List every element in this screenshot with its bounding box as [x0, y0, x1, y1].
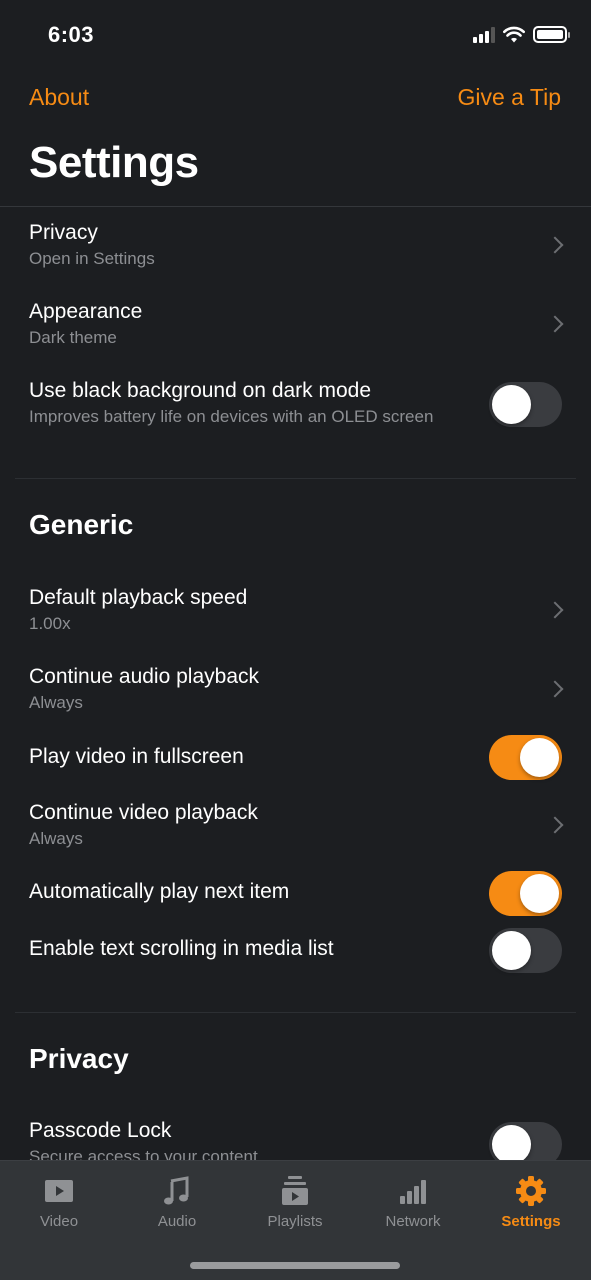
- row-subtitle: Improves battery life on devices with an…: [29, 407, 434, 426]
- home-indicator[interactable]: [190, 1262, 400, 1269]
- section-divider: [15, 1012, 576, 1013]
- row-subtitle: Dark theme: [29, 328, 117, 347]
- navigation-bar: About Give a Tip: [0, 84, 591, 120]
- row-subtitle: Always: [29, 693, 83, 712]
- wifi-icon: [503, 26, 525, 43]
- continue-video-playback-row[interactable]: Continue video playback Always: [0, 787, 591, 865]
- section-divider: [15, 478, 576, 479]
- passcode-lock-row: Passcode Lock Secure access to your cont…: [0, 1107, 591, 1160]
- toggle-knob: [520, 874, 559, 913]
- row-title: Use black background on dark mode: [29, 379, 372, 402]
- black-background-toggle[interactable]: [489, 382, 562, 427]
- chevron-right-icon: [546, 680, 564, 698]
- tab-audio[interactable]: Audio: [118, 1161, 236, 1241]
- status-icons: [473, 26, 570, 43]
- gear-icon: [516, 1176, 546, 1206]
- row-title: Play video in fullscreen: [29, 745, 244, 768]
- section-title-generic: Generic: [29, 509, 134, 540]
- row-title: Automatically play next item: [29, 880, 290, 903]
- status-time: 6:03: [48, 22, 95, 47]
- toggle-knob: [492, 385, 531, 424]
- give-a-tip-button[interactable]: Give a Tip: [457, 84, 561, 111]
- about-button[interactable]: About: [29, 84, 89, 111]
- tab-label: Audio: [157, 1213, 197, 1230]
- settings-list[interactable]: Privacy Open in Settings Appearance Dark…: [0, 207, 591, 1160]
- toggle-knob: [492, 931, 531, 970]
- page-title: Settings: [29, 138, 199, 187]
- toggle-knob: [492, 1125, 531, 1160]
- play-video-fullscreen-row: Play video in fullscreen: [0, 730, 591, 786]
- row-title: Default playback speed: [29, 586, 248, 609]
- tab-settings[interactable]: Settings: [472, 1161, 590, 1241]
- default-playback-speed-row[interactable]: Default playback speed 1.00x: [0, 572, 591, 650]
- chevron-right-icon: [546, 816, 564, 834]
- tab-label: Playlists: [267, 1213, 323, 1230]
- tab-video[interactable]: Video: [0, 1161, 118, 1241]
- tab-network[interactable]: Network: [354, 1161, 472, 1241]
- play-video-fullscreen-toggle[interactable]: [489, 735, 562, 780]
- row-title: Appearance: [29, 300, 143, 323]
- row-subtitle: Open in Settings: [29, 249, 155, 268]
- toggle-knob: [520, 738, 559, 777]
- music-note-icon: [164, 1176, 189, 1205]
- network-bars-icon: [400, 1180, 426, 1204]
- black-background-row: Use black background on dark mode Improv…: [0, 365, 591, 445]
- row-subtitle: 1.00x: [29, 614, 71, 633]
- chevron-right-icon: [546, 315, 564, 333]
- passcode-lock-toggle[interactable]: [489, 1122, 562, 1160]
- playlist-icon: [282, 1176, 308, 1205]
- privacy-settings-row[interactable]: Privacy Open in Settings: [0, 207, 591, 285]
- appearance-row[interactable]: Appearance Dark theme: [0, 286, 591, 364]
- section-title-privacy: Privacy: [29, 1043, 129, 1074]
- video-icon: [45, 1180, 73, 1202]
- tab-label: Settings: [501, 1213, 561, 1230]
- autoplay-next-row: Automatically play next item: [0, 866, 591, 922]
- row-subtitle: Always: [29, 829, 83, 848]
- row-title: Enable text scrolling in media list: [29, 937, 334, 960]
- row-title: Continue audio playback: [29, 665, 259, 688]
- battery-full-icon: [533, 26, 570, 43]
- chevron-right-icon: [546, 236, 564, 254]
- cellular-signal-icon: [473, 26, 495, 43]
- tab-label: Video: [39, 1213, 79, 1230]
- chevron-right-icon: [546, 601, 564, 619]
- row-title: Privacy: [29, 221, 98, 244]
- text-scrolling-toggle[interactable]: [489, 928, 562, 973]
- text-scrolling-row: Enable text scrolling in media list: [0, 923, 591, 979]
- row-title: Passcode Lock: [29, 1119, 172, 1142]
- status-bar: 6:03: [0, 0, 591, 70]
- row-title: Continue video playback: [29, 801, 258, 824]
- tab-label: Network: [385, 1213, 441, 1230]
- continue-audio-playback-row[interactable]: Continue audio playback Always: [0, 651, 591, 729]
- autoplay-next-toggle[interactable]: [489, 871, 562, 916]
- row-subtitle: Secure access to your content: [29, 1147, 258, 1160]
- tab-playlists[interactable]: Playlists: [236, 1161, 354, 1241]
